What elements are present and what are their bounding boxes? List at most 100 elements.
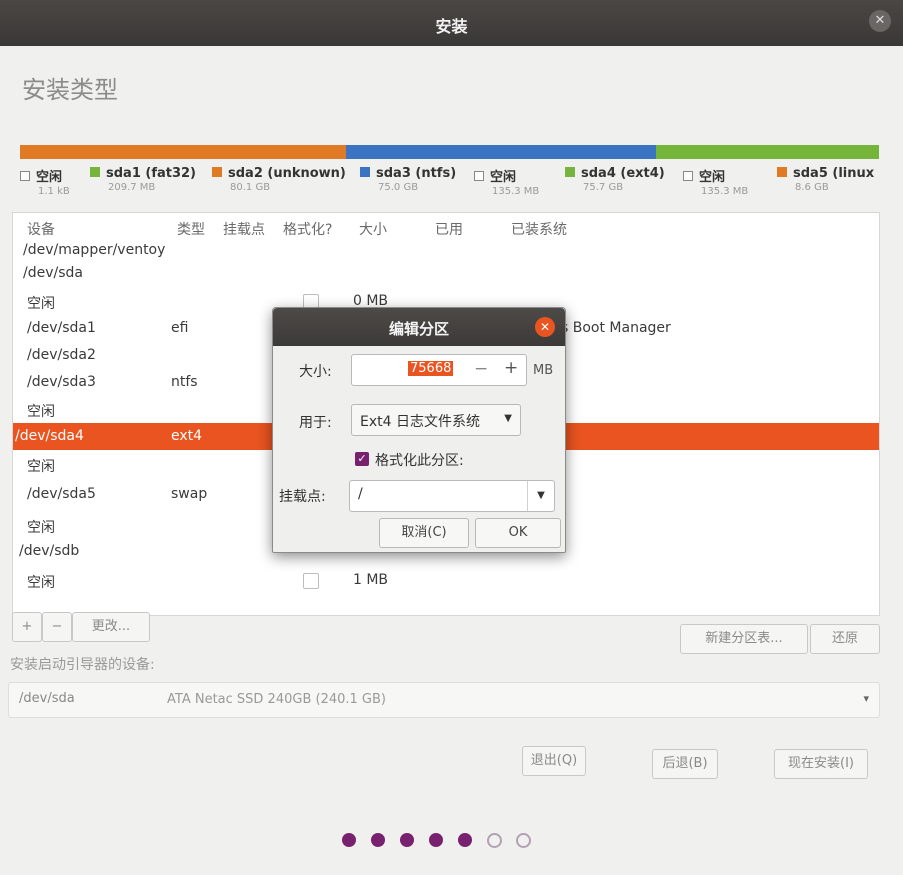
legend-item: sda1 (fat32) 209.7 MB xyxy=(90,166,196,193)
window-title: 安装 xyxy=(435,17,468,36)
boot-device-description: ATA Netac SSD 240GB (240.1 GB) xyxy=(167,692,386,707)
dropdown-arrow-icon: ▾ xyxy=(863,692,869,705)
increment-button[interactable]: + xyxy=(504,358,518,378)
mount-point-value: / xyxy=(358,486,363,502)
window-titlebar: 安装 ✕ xyxy=(0,0,903,46)
legend-name: 空闲 xyxy=(490,170,517,185)
legend-name: sda3 (ntfs) xyxy=(376,166,457,181)
cell-device: 空闲 xyxy=(27,296,55,312)
format-row-checkbox[interactable] xyxy=(303,573,319,589)
legend-size: 75.0 GB xyxy=(378,182,419,193)
legend-size: 75.7 GB xyxy=(583,182,624,193)
legend-size: 1.1 kB xyxy=(38,186,70,197)
cell-device: 空闲 xyxy=(27,404,55,420)
legend-swatch xyxy=(90,167,100,177)
change-partition-button[interactable]: 更改... xyxy=(72,612,150,642)
column-header-format[interactable]: 格式化? xyxy=(283,219,332,239)
column-header-system[interactable]: 已装系统 xyxy=(511,219,567,239)
cell-size: 1 MB xyxy=(353,572,389,588)
install-now-button[interactable]: 现在安装(I) xyxy=(774,749,868,779)
legend-item: 空闲 135.3 MB xyxy=(683,166,748,197)
size-value[interactable]: 75668 xyxy=(408,361,454,376)
dialog-title: 编辑分区 xyxy=(388,320,449,338)
column-header-mount[interactable]: 挂载点 xyxy=(223,219,265,239)
legend-size: 80.1 GB xyxy=(230,182,271,193)
quit-button[interactable]: 退出(Q) xyxy=(522,746,586,776)
back-button[interactable]: 后退(B) xyxy=(652,749,718,779)
use-as-label: 用于: xyxy=(299,415,332,431)
format-label[interactable]: 格式化此分区: xyxy=(375,450,464,470)
size-unit: MB xyxy=(533,363,554,378)
legend-item: 空闲 1.1 kB xyxy=(20,166,70,197)
legend-item: sda5 (linux 8.6 GB xyxy=(777,166,874,193)
cell-device: /dev/sdb xyxy=(19,543,80,559)
add-partition-button[interactable]: + xyxy=(12,612,42,642)
legend-name: 空闲 xyxy=(36,170,63,185)
dropdown-arrow-icon[interactable]: ▼ xyxy=(527,481,554,511)
cell-device: /dev/mapper/ventoy xyxy=(23,242,166,258)
boot-loader-device-select[interactable]: /dev/sda ATA Netac SSD 240GB (240.1 GB) … xyxy=(8,682,880,718)
cell-device: 空闲 xyxy=(27,520,55,536)
cell-type: ext4 xyxy=(171,428,203,444)
table-row[interactable]: 空闲 1 MB xyxy=(13,567,879,594)
cell-device: /dev/sda5 xyxy=(27,486,96,502)
dropdown-arrow-icon: ▼ xyxy=(504,413,512,424)
column-header-size[interactable]: 大小 xyxy=(359,219,387,239)
partition-bar-segment xyxy=(20,145,347,159)
legend-item: 空闲 135.3 MB xyxy=(474,166,539,197)
legend-item: sda2 (unknown) 80.1 GB xyxy=(212,166,346,193)
legend-swatch xyxy=(474,171,484,181)
legend-name: 空闲 xyxy=(699,170,726,185)
partition-bar xyxy=(20,145,879,159)
progress-dot xyxy=(400,833,414,847)
progress-dot xyxy=(429,833,443,847)
legend-swatch xyxy=(777,167,787,177)
remove-partition-button[interactable]: − xyxy=(42,612,72,642)
mount-point-combo[interactable]: / ▼ xyxy=(349,480,555,512)
dialog-close-icon[interactable]: ✕ xyxy=(535,317,555,337)
partition-bar-segment xyxy=(346,145,656,159)
dialog-titlebar: 编辑分区 ✕ xyxy=(273,308,565,346)
legend-name: sda1 (fat32) xyxy=(106,166,197,181)
progress-dot xyxy=(371,833,385,847)
revert-button[interactable]: 还原 xyxy=(810,624,880,654)
legend-item: sda4 (ext4) 75.7 GB xyxy=(565,166,665,193)
cell-device: 空闲 xyxy=(27,575,55,591)
legend-size: 8.6 GB xyxy=(795,182,829,193)
boot-loader-label: 安装启动引导器的设备: xyxy=(10,657,155,673)
cell-device: /dev/sda4 xyxy=(15,428,84,444)
column-header-used[interactable]: 已用 xyxy=(435,219,463,239)
cell-type: swap xyxy=(171,486,208,502)
column-header-type[interactable]: 类型 xyxy=(177,219,205,239)
new-partition-table-button[interactable]: 新建分区表... xyxy=(680,624,808,654)
cell-device: /dev/sda2 xyxy=(27,347,96,363)
decrement-button[interactable]: − xyxy=(474,359,488,379)
size-label: 大小: xyxy=(299,364,332,380)
legend-size: 209.7 MB xyxy=(108,182,156,193)
cell-device: /dev/sda3 xyxy=(27,374,96,390)
window-close-button[interactable]: ✕ xyxy=(869,10,891,32)
legend-swatch xyxy=(565,167,575,177)
ok-button[interactable]: OK xyxy=(475,518,561,548)
legend-name: sda4 (ext4) xyxy=(581,166,665,181)
boot-device-value: /dev/sda xyxy=(19,691,75,706)
legend-swatch xyxy=(212,167,222,177)
column-header-device[interactable]: 设备 xyxy=(27,219,55,239)
legend-item: sda3 (ntfs) 75.0 GB xyxy=(360,166,456,193)
legend-swatch xyxy=(683,171,693,181)
cell-type: efi xyxy=(171,320,189,336)
partition-bar-segment xyxy=(655,145,879,159)
cancel-button[interactable]: 取消(C) xyxy=(379,518,469,548)
progress-dot xyxy=(487,833,502,848)
cell-system: s Boot Manager xyxy=(561,320,671,336)
legend-swatch xyxy=(360,167,370,177)
progress-dot xyxy=(342,833,356,847)
mount-point-label: 挂载点: xyxy=(279,489,326,505)
cell-device: 空闲 xyxy=(27,459,55,475)
legend-name: sda2 (unknown) xyxy=(228,166,346,181)
format-checkbox[interactable]: ✓ xyxy=(355,452,369,466)
table-row[interactable]: /dev/sda xyxy=(13,260,879,287)
progress-dot xyxy=(458,833,472,847)
size-spinbox[interactable]: 75668 − + xyxy=(351,354,527,386)
filesystem-select[interactable]: Ext4 日志文件系统 ▼ xyxy=(351,404,521,436)
